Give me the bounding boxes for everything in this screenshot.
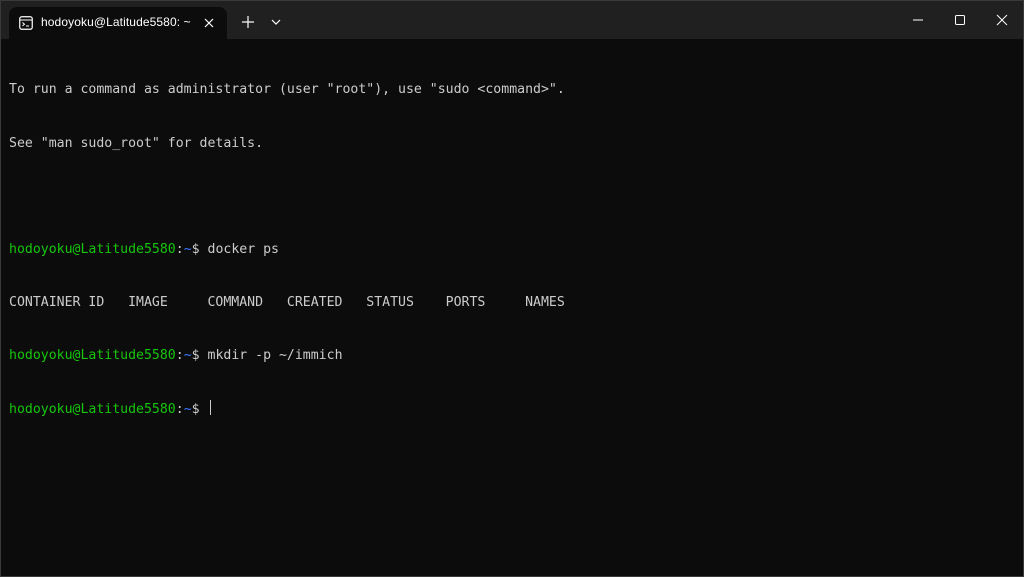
prompt-user-host: hodoyoku@Latitude5580	[9, 401, 176, 417]
close-icon[interactable]	[992, 10, 1012, 30]
terminal-window: hodoyoku@Latitude5580: ~ To run a comman…	[0, 0, 1024, 577]
prompt-symbol: $	[191, 401, 208, 417]
tab-close-icon[interactable]	[201, 15, 217, 31]
terminal-icon	[19, 16, 33, 30]
prompt-colon: :	[175, 347, 184, 363]
command-line: hodoyoku@Latitude5580:~$ docker ps	[9, 241, 1015, 259]
chevron-down-icon[interactable]	[269, 15, 283, 29]
text-cursor	[209, 399, 211, 415]
motd-line: See "man sudo_root" for details.	[9, 135, 264, 151]
minimize-icon[interactable]	[908, 10, 928, 30]
prompt-symbol: $	[191, 241, 208, 257]
tab-active[interactable]: hodoyoku@Latitude5580: ~	[9, 7, 227, 39]
prompt-path: ~	[183, 241, 192, 257]
command-line-active[interactable]: hodoyoku@Latitude5580:~$	[9, 399, 1015, 418]
prompt-user-host: hodoyoku@Latitude5580	[9, 241, 176, 257]
tab-title: hodoyoku@Latitude5580: ~	[41, 15, 191, 29]
command-text: docker ps	[207, 241, 279, 257]
prompt-symbol: $	[191, 347, 208, 363]
new-tab-plus-icon[interactable]	[239, 13, 257, 31]
prompt-path: ~	[183, 347, 192, 363]
motd-line: To run a command as administrator (user …	[9, 82, 565, 98]
prompt-colon: :	[175, 241, 184, 257]
command-text: mkdir -p ~/immich	[207, 347, 343, 363]
docker-ps-header: CONTAINER ID IMAGE COMMAND CREATED STATU…	[9, 294, 565, 310]
prompt-colon: :	[175, 401, 184, 417]
prompt-user-host: hodoyoku@Latitude5580	[9, 347, 176, 363]
command-line: hodoyoku@Latitude5580:~$ mkdir -p ~/immi…	[9, 347, 1015, 365]
title-bar[interactable]: hodoyoku@Latitude5580: ~	[1, 1, 1023, 39]
maximize-icon[interactable]	[950, 10, 970, 30]
terminal-output[interactable]: To run a command as administrator (user …	[9, 46, 1015, 570]
prompt-path: ~	[183, 401, 192, 417]
